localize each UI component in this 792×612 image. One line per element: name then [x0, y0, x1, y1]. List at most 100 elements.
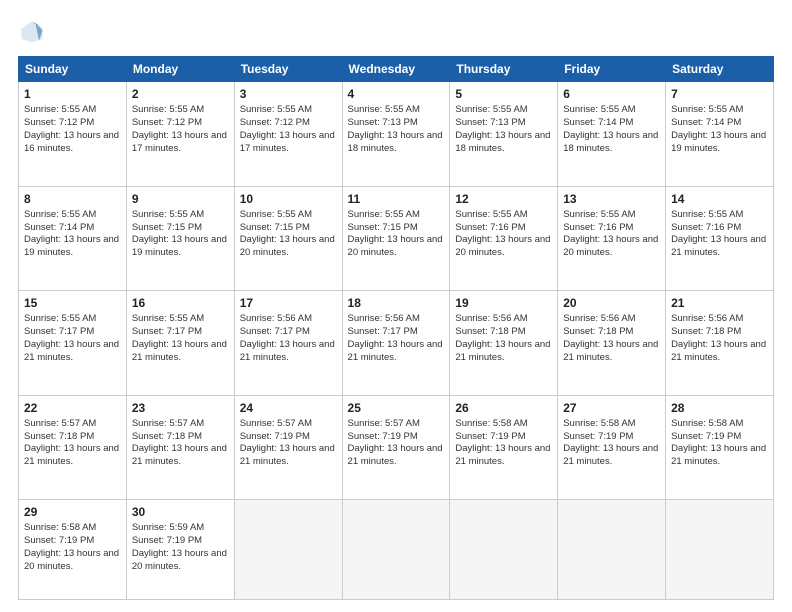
day-number: 17 — [240, 295, 337, 311]
day-cell: 14 Sunrise: 5:55 AMSunset: 7:16 PMDayligh… — [666, 186, 774, 291]
day-info: Sunrise: 5:55 AMSunset: 7:16 PMDaylight:… — [455, 209, 552, 260]
day-info: Sunrise: 5:55 AMSunset: 7:17 PMDaylight:… — [24, 313, 121, 364]
day-number: 29 — [24, 504, 121, 520]
day-cell: 24 Sunrise: 5:57 AMSunset: 7:19 PMDayligh… — [234, 395, 342, 500]
day-cell: 11 Sunrise: 5:55 AMSunset: 7:15 PMDayligh… — [342, 186, 450, 291]
day-info: Sunrise: 5:55 AMSunset: 7:12 PMDaylight:… — [24, 104, 121, 155]
day-cell: 7 Sunrise: 5:55 AMSunset: 7:14 PMDaylight… — [666, 82, 774, 187]
day-number: 7 — [671, 86, 768, 102]
day-cell: 12 Sunrise: 5:55 AMSunset: 7:16 PMDayligh… — [450, 186, 558, 291]
day-info: Sunrise: 5:55 AMSunset: 7:15 PMDaylight:… — [348, 209, 445, 260]
day-info: Sunrise: 5:55 AMSunset: 7:15 PMDaylight:… — [240, 209, 337, 260]
day-number: 11 — [348, 191, 445, 207]
logo — [18, 18, 50, 46]
day-cell: 23Sunrise: 5:57 AMSunset: 7:18 PMDayligh… — [126, 395, 234, 500]
day-info: Sunrise: 5:55 AMSunset: 7:16 PMDaylight:… — [563, 209, 660, 260]
day-number: 8 — [24, 191, 121, 207]
day-info: Sunrise: 5:56 AMSunset: 7:18 PMDaylight:… — [455, 313, 552, 364]
day-number: 18 — [348, 295, 445, 311]
day-number: 4 — [348, 86, 445, 102]
day-number: 25 — [348, 400, 445, 416]
day-number: 14 — [671, 191, 768, 207]
col-header-monday: Monday — [126, 57, 234, 82]
week-row-1: 1Sunrise: 5:55 AMSunset: 7:12 PMDaylight… — [19, 82, 774, 187]
day-cell: 13 Sunrise: 5:55 AMSunset: 7:16 PMDayligh… — [558, 186, 666, 291]
day-number: 27 — [563, 400, 660, 416]
day-cell: 9Sunrise: 5:55 AMSunset: 7:15 PMDaylight… — [126, 186, 234, 291]
week-row-3: 15 Sunrise: 5:55 AMSunset: 7:17 PMDayligh… — [19, 291, 774, 396]
day-number: 26 — [455, 400, 552, 416]
header — [18, 18, 774, 46]
day-cell: 30 Sunrise: 5:59 AMSunset: 7:19 PMDayligh… — [126, 500, 234, 600]
day-number: 3 — [240, 86, 337, 102]
col-header-wednesday: Wednesday — [342, 57, 450, 82]
day-info: Sunrise: 5:58 AMSunset: 7:19 PMDaylight:… — [24, 522, 121, 573]
day-info: Sunrise: 5:57 AMSunset: 7:18 PMDaylight:… — [132, 418, 229, 469]
day-number: 10 — [240, 191, 337, 207]
day-cell: 21Sunrise: 5:56 AMSunset: 7:18 PMDayligh… — [666, 291, 774, 396]
day-number: 30 — [132, 504, 229, 520]
day-cell: 2 Sunrise: 5:55 AMSunset: 7:12 PMDaylight… — [126, 82, 234, 187]
day-cell: 25 Sunrise: 5:57 AMSunset: 7:19 PMDayligh… — [342, 395, 450, 500]
day-cell: 8 Sunrise: 5:55 AMSunset: 7:14 PMDaylight… — [19, 186, 127, 291]
col-header-friday: Friday — [558, 57, 666, 82]
day-number: 19 — [455, 295, 552, 311]
day-number: 2 — [132, 86, 229, 102]
day-number: 22 — [24, 400, 121, 416]
day-info: Sunrise: 5:56 AMSunset: 7:17 PMDaylight:… — [240, 313, 337, 364]
day-cell — [450, 500, 558, 600]
day-info: Sunrise: 5:55 AMSunset: 7:16 PMDaylight:… — [671, 209, 768, 260]
week-row-2: 8 Sunrise: 5:55 AMSunset: 7:14 PMDaylight… — [19, 186, 774, 291]
day-info: Sunrise: 5:58 AMSunset: 7:19 PMDaylight:… — [671, 418, 768, 469]
day-cell: 5Sunrise: 5:55 AMSunset: 7:13 PMDaylight… — [450, 82, 558, 187]
day-cell: 4 Sunrise: 5:55 AMSunset: 7:13 PMDaylight… — [342, 82, 450, 187]
day-cell: 1Sunrise: 5:55 AMSunset: 7:12 PMDaylight… — [19, 82, 127, 187]
day-info: Sunrise: 5:57 AMSunset: 7:19 PMDaylight:… — [348, 418, 445, 469]
day-cell: 26 Sunrise: 5:58 AMSunset: 7:19 PMDayligh… — [450, 395, 558, 500]
day-cell: 16Sunrise: 5:55 AMSunset: 7:17 PMDayligh… — [126, 291, 234, 396]
day-cell: 15 Sunrise: 5:55 AMSunset: 7:17 PMDayligh… — [19, 291, 127, 396]
day-info: Sunrise: 5:55 AMSunset: 7:14 PMDaylight:… — [24, 209, 121, 260]
day-cell — [342, 500, 450, 600]
day-number: 28 — [671, 400, 768, 416]
day-number: 12 — [455, 191, 552, 207]
day-number: 20 — [563, 295, 660, 311]
day-number: 24 — [240, 400, 337, 416]
day-info: Sunrise: 5:58 AMSunset: 7:19 PMDaylight:… — [455, 418, 552, 469]
day-info: Sunrise: 5:56 AMSunset: 7:18 PMDaylight:… — [563, 313, 660, 364]
day-cell: 20 Sunrise: 5:56 AMSunset: 7:18 PMDayligh… — [558, 291, 666, 396]
day-cell: 3Sunrise: 5:55 AMSunset: 7:12 PMDaylight… — [234, 82, 342, 187]
day-cell: 29 Sunrise: 5:58 AMSunset: 7:19 PMDayligh… — [19, 500, 127, 600]
day-number: 21 — [671, 295, 768, 311]
day-cell: 10 Sunrise: 5:55 AMSunset: 7:15 PMDayligh… — [234, 186, 342, 291]
day-cell: 28 Sunrise: 5:58 AMSunset: 7:19 PMDayligh… — [666, 395, 774, 500]
day-info: Sunrise: 5:57 AMSunset: 7:18 PMDaylight:… — [24, 418, 121, 469]
day-number: 15 — [24, 295, 121, 311]
day-info: Sunrise: 5:55 AMSunset: 7:13 PMDaylight:… — [348, 104, 445, 155]
week-row-5: 29 Sunrise: 5:58 AMSunset: 7:19 PMDayligh… — [19, 500, 774, 600]
day-number: 13 — [563, 191, 660, 207]
day-info: Sunrise: 5:58 AMSunset: 7:19 PMDaylight:… — [563, 418, 660, 469]
day-info: Sunrise: 5:55 AMSunset: 7:12 PMDaylight:… — [132, 104, 229, 155]
day-info: Sunrise: 5:56 AMSunset: 7:17 PMDaylight:… — [348, 313, 445, 364]
day-number: 6 — [563, 86, 660, 102]
header-row: SundayMondayTuesdayWednesdayThursdayFrid… — [19, 57, 774, 82]
col-header-saturday: Saturday — [666, 57, 774, 82]
day-cell — [666, 500, 774, 600]
day-info: Sunrise: 5:55 AMSunset: 7:14 PMDaylight:… — [563, 104, 660, 155]
day-cell — [234, 500, 342, 600]
day-info: Sunrise: 5:55 AMSunset: 7:14 PMDaylight:… — [671, 104, 768, 155]
day-cell: 18 Sunrise: 5:56 AMSunset: 7:17 PMDayligh… — [342, 291, 450, 396]
day-cell: 6 Sunrise: 5:55 AMSunset: 7:14 PMDaylight… — [558, 82, 666, 187]
day-cell — [558, 500, 666, 600]
day-info: Sunrise: 5:55 AMSunset: 7:13 PMDaylight:… — [455, 104, 552, 155]
day-cell: 22 Sunrise: 5:57 AMSunset: 7:18 PMDayligh… — [19, 395, 127, 500]
col-header-sunday: Sunday — [19, 57, 127, 82]
day-info: Sunrise: 5:57 AMSunset: 7:19 PMDaylight:… — [240, 418, 337, 469]
page: SundayMondayTuesdayWednesdayThursdayFrid… — [0, 0, 792, 612]
week-row-4: 22 Sunrise: 5:57 AMSunset: 7:18 PMDayligh… — [19, 395, 774, 500]
day-cell: 19 Sunrise: 5:56 AMSunset: 7:18 PMDayligh… — [450, 291, 558, 396]
day-cell: 17 Sunrise: 5:56 AMSunset: 7:17 PMDayligh… — [234, 291, 342, 396]
day-info: Sunrise: 5:59 AMSunset: 7:19 PMDaylight:… — [132, 522, 229, 573]
day-info: Sunrise: 5:55 AMSunset: 7:17 PMDaylight:… — [132, 313, 229, 364]
